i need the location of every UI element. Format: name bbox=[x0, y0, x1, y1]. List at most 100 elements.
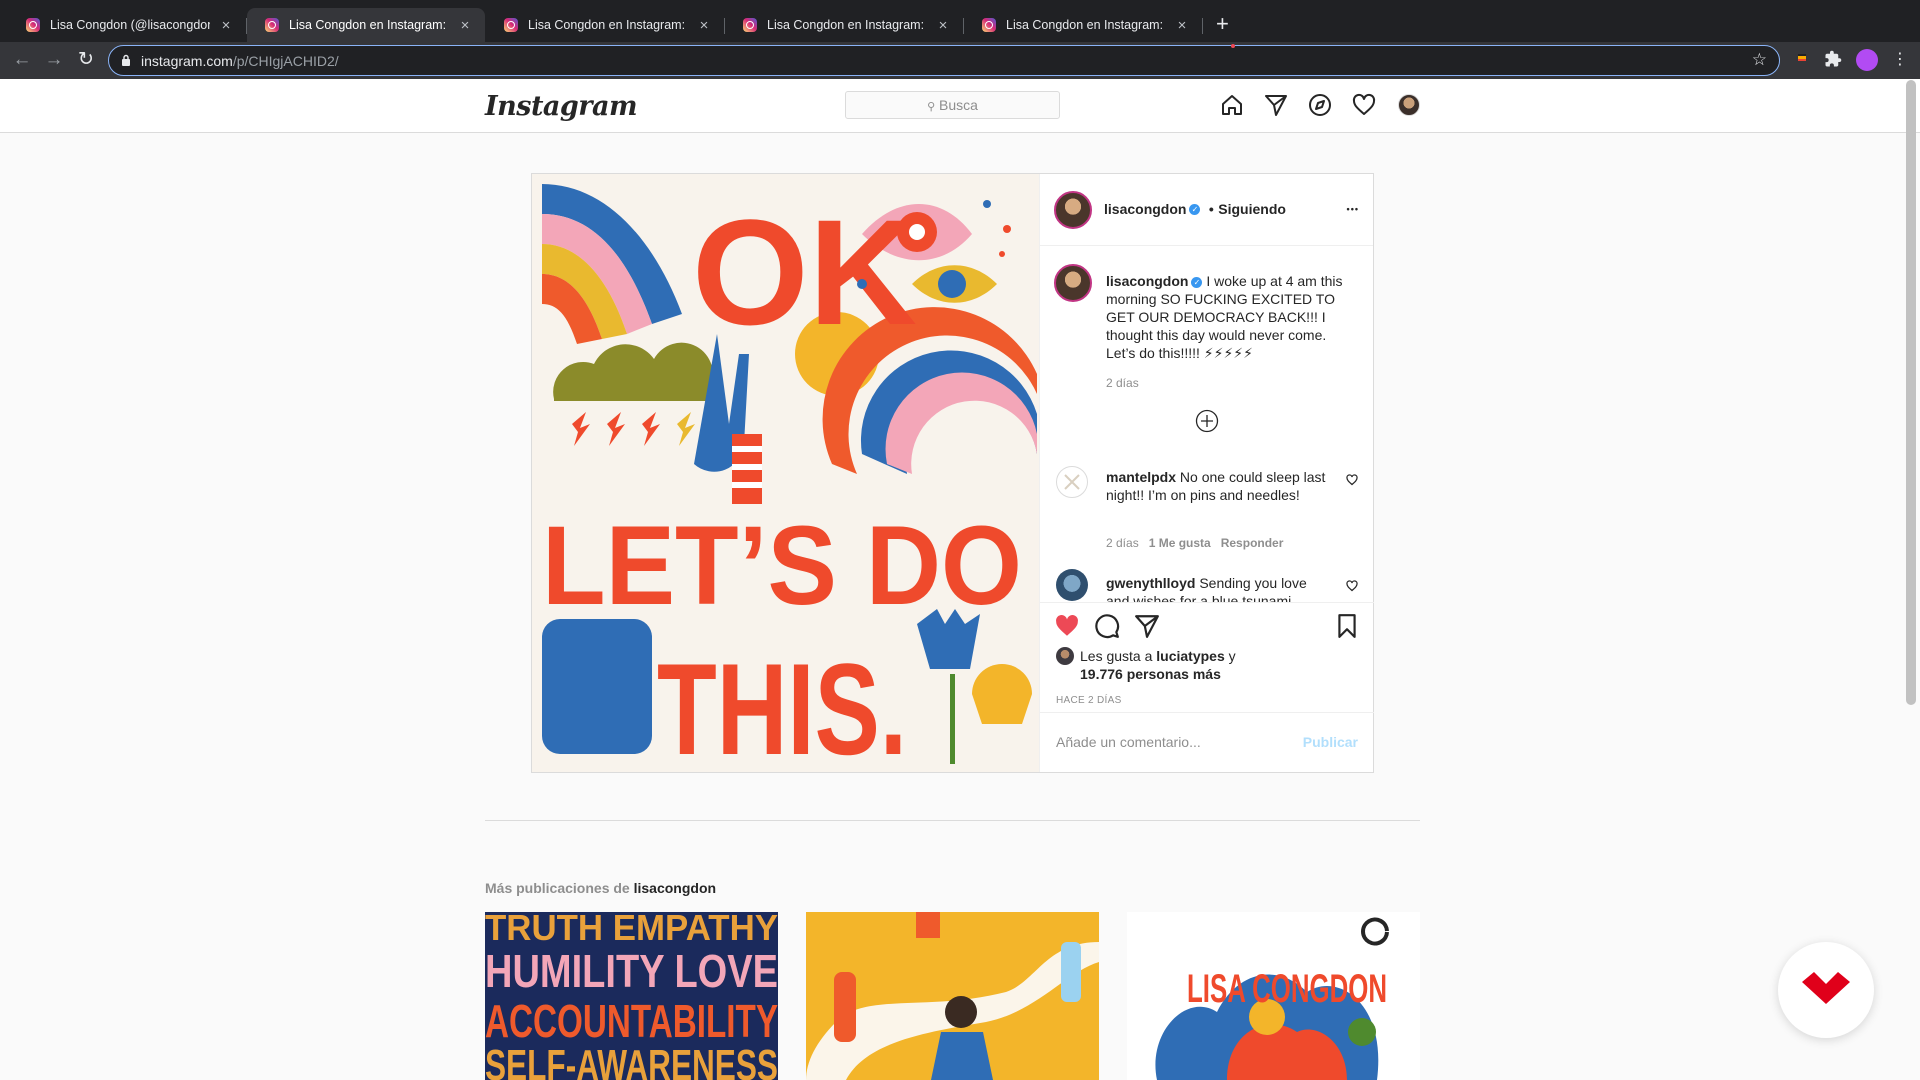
browser-menu-kebab-icon[interactable]: ⋮ bbox=[1889, 49, 1911, 71]
browser-profile-avatar[interactable] bbox=[1856, 49, 1878, 71]
instagram-favicon-icon bbox=[982, 18, 996, 32]
thumb-1-line-3: ACCOUNTABILITY bbox=[485, 995, 778, 1047]
comment-2: gwenythlloyd Sending you love and wishes… bbox=[1106, 574, 1326, 602]
activity-heart-icon[interactable] bbox=[1352, 93, 1376, 117]
add-comment-bar: Añade un comentario... Publicar bbox=[1040, 712, 1374, 772]
browser-toolbar: ← → ↻ instagram.com/p/CHIgjACHID2/ ☆ ⋮ bbox=[0, 42, 1920, 79]
search-icon: ⚲ bbox=[927, 101, 936, 113]
search-placeholder: Busca bbox=[939, 97, 978, 113]
likes-count-link[interactable]: 19.776 personas más bbox=[1080, 666, 1221, 682]
comment-meta: 2 días 1 Me gusta Responder bbox=[1106, 536, 1283, 550]
author-avatar[interactable] bbox=[1054, 191, 1092, 229]
publish-button[interactable]: Publicar bbox=[1303, 734, 1358, 750]
commenter-avatar[interactable] bbox=[1056, 466, 1088, 498]
verified-badge-icon: ✓ bbox=[1191, 276, 1203, 288]
search-input[interactable]: ⚲ Busca bbox=[845, 91, 1060, 119]
browser-tab-4[interactable]: Lisa Congdon en Instagram: "I × bbox=[725, 8, 964, 42]
comments-list[interactable]: lisacongdon ✓ I woke up at 4 am this morn… bbox=[1040, 246, 1374, 602]
liker-username[interactable]: luciatypes bbox=[1156, 648, 1224, 664]
comment-1: mantelpdx No one could sleep last night!… bbox=[1106, 468, 1326, 504]
commenter-avatar[interactable] bbox=[1056, 569, 1088, 601]
close-tab-icon[interactable]: × bbox=[1174, 17, 1190, 34]
thumb-3-artwork: LISA CONGDON bbox=[1155, 917, 1389, 1080]
extension-flag-icon[interactable] bbox=[1797, 50, 1807, 66]
caption: lisacongdon ✓ I woke up at 4 am this morn… bbox=[1106, 272, 1346, 362]
close-tab-icon[interactable]: × bbox=[218, 17, 234, 34]
share-paper-plane-icon[interactable] bbox=[1134, 613, 1160, 639]
lock-icon bbox=[122, 54, 130, 66]
like-heart-icon[interactable] bbox=[1054, 613, 1080, 639]
floating-extension-button[interactable] bbox=[1778, 942, 1874, 1038]
browser-tab-2-active[interactable]: Lisa Congdon en Instagram: "I × bbox=[247, 8, 485, 42]
caption-time: 2 días bbox=[1106, 376, 1139, 390]
profile-avatar[interactable] bbox=[1398, 94, 1420, 116]
comment-username[interactable]: mantelpdx bbox=[1106, 469, 1176, 485]
close-tab-icon[interactable]: × bbox=[696, 17, 712, 34]
comment-like-heart-icon[interactable] bbox=[1346, 474, 1358, 486]
comment-like-heart-icon[interactable] bbox=[1346, 580, 1358, 592]
more-post-thumb-2[interactable] bbox=[806, 912, 1099, 1080]
caption-username[interactable]: lisacongdon bbox=[1106, 273, 1188, 289]
save-bookmark-icon[interactable] bbox=[1334, 613, 1360, 639]
browser-tab-3[interactable]: Lisa Congdon en Instagram: "T × bbox=[486, 8, 725, 42]
explore-compass-icon[interactable] bbox=[1308, 93, 1332, 117]
forward-arrow-icon[interactable]: → bbox=[43, 49, 65, 71]
reload-icon[interactable]: ↻ bbox=[75, 49, 97, 71]
tab-separator bbox=[1202, 18, 1203, 34]
author-username[interactable]: lisacongdon bbox=[1104, 201, 1186, 217]
more-posts-heading: Más publicaciones de lisacongdon bbox=[485, 880, 716, 896]
bookmark-star-icon[interactable]: ☆ bbox=[1752, 50, 1767, 70]
header-separator: • bbox=[1208, 201, 1214, 217]
close-tab-icon[interactable]: × bbox=[935, 17, 951, 34]
extensions-puzzle-icon[interactable] bbox=[1824, 50, 1842, 68]
following-button[interactable]: Siguiendo bbox=[1218, 201, 1286, 217]
more-posts-username[interactable]: lisacongdon bbox=[634, 880, 716, 896]
direct-message-icon[interactable] bbox=[1264, 93, 1288, 117]
red-chevron-logo-icon bbox=[1802, 972, 1850, 1004]
more-post-thumb-3[interactable]: LISA CONGDON bbox=[1127, 912, 1420, 1080]
thumb-3-lettering: LISA CONGDON bbox=[1187, 967, 1387, 1011]
tab-title: Lisa Congdon en Instagram: "C bbox=[1006, 18, 1166, 32]
comment-username[interactable]: gwenythlloyd bbox=[1106, 575, 1195, 591]
comment-bubble-icon[interactable] bbox=[1094, 613, 1120, 639]
post-timestamp[interactable]: HACE 2 DÍAS bbox=[1056, 695, 1122, 706]
tab-title: Lisa Congdon en Instagram: "T bbox=[528, 18, 688, 32]
likes-summary: Les gusta a luciatypes y 19.776 personas… bbox=[1056, 647, 1346, 683]
comment-likes-count[interactable]: 1 Me gusta bbox=[1149, 536, 1211, 550]
page-scrollbar[interactable] bbox=[1906, 80, 1916, 705]
artwork-this-text: THIS. bbox=[657, 636, 907, 772]
section-divider bbox=[485, 820, 1420, 821]
back-arrow-icon[interactable]: ← bbox=[11, 49, 33, 71]
browser-tab-1[interactable]: Lisa Congdon (@lisacongdon) × bbox=[8, 8, 247, 42]
post-image[interactable]: OK LET’S DO THIS. bbox=[532, 174, 1039, 772]
artwork-illustration: OK LET’S DO THIS. bbox=[542, 184, 1037, 772]
more-post-thumb-1[interactable]: TRUTH EMPATHY HUMILITY LOVE ACCOUNTABILI… bbox=[485, 912, 778, 1080]
comment-input[interactable]: Añade un comentario... bbox=[1056, 734, 1201, 750]
close-tab-icon[interactable]: × bbox=[457, 17, 473, 34]
verified-badge-icon: ✓ bbox=[1189, 204, 1201, 216]
post-card: OK LET’S DO THIS. lisacongdon ✓ • Siguien… bbox=[531, 173, 1374, 773]
active-nav-indicator bbox=[1231, 44, 1235, 48]
home-icon[interactable] bbox=[1220, 93, 1244, 117]
liker-avatar[interactable] bbox=[1056, 647, 1074, 665]
instagram-logo[interactable]: Instagram bbox=[485, 91, 638, 122]
instagram-favicon-icon bbox=[265, 18, 279, 32]
more-options-icon[interactable]: ••• bbox=[1347, 204, 1359, 214]
browser-tab-5[interactable]: Lisa Congdon en Instagram: "C × bbox=[964, 8, 1203, 42]
thumb-1-line-1: TRUTH EMPATHY bbox=[485, 912, 778, 948]
instagram-header: Instagram ⚲ Busca bbox=[0, 79, 1920, 133]
post-header-user: lisacongdon ✓ • Siguiendo bbox=[1104, 201, 1286, 219]
load-more-comments-icon[interactable] bbox=[1195, 409, 1219, 433]
comment-time: 2 días bbox=[1106, 536, 1139, 550]
new-tab-button[interactable]: + bbox=[1216, 12, 1229, 36]
likes-prefix: Les gusta a bbox=[1080, 648, 1153, 664]
reply-button[interactable]: Responder bbox=[1221, 536, 1284, 550]
address-bar[interactable]: instagram.com/p/CHIgjACHID2/ ☆ bbox=[108, 45, 1780, 76]
post-side-panel: lisacongdon ✓ • Siguiendo ••• lisacongdon… bbox=[1039, 174, 1374, 772]
likes-joiner: y bbox=[1228, 648, 1236, 664]
thumb-1-artwork: TRUTH EMPATHY HUMILITY LOVE ACCOUNTABILI… bbox=[485, 912, 778, 1080]
thumb-1-line-2: HUMILITY LOVE bbox=[485, 945, 778, 997]
url-text: instagram.com/p/CHIgjACHID2/ bbox=[141, 53, 339, 69]
thumb-2-artwork bbox=[806, 912, 1099, 1080]
caption-author-avatar[interactable] bbox=[1054, 264, 1092, 302]
